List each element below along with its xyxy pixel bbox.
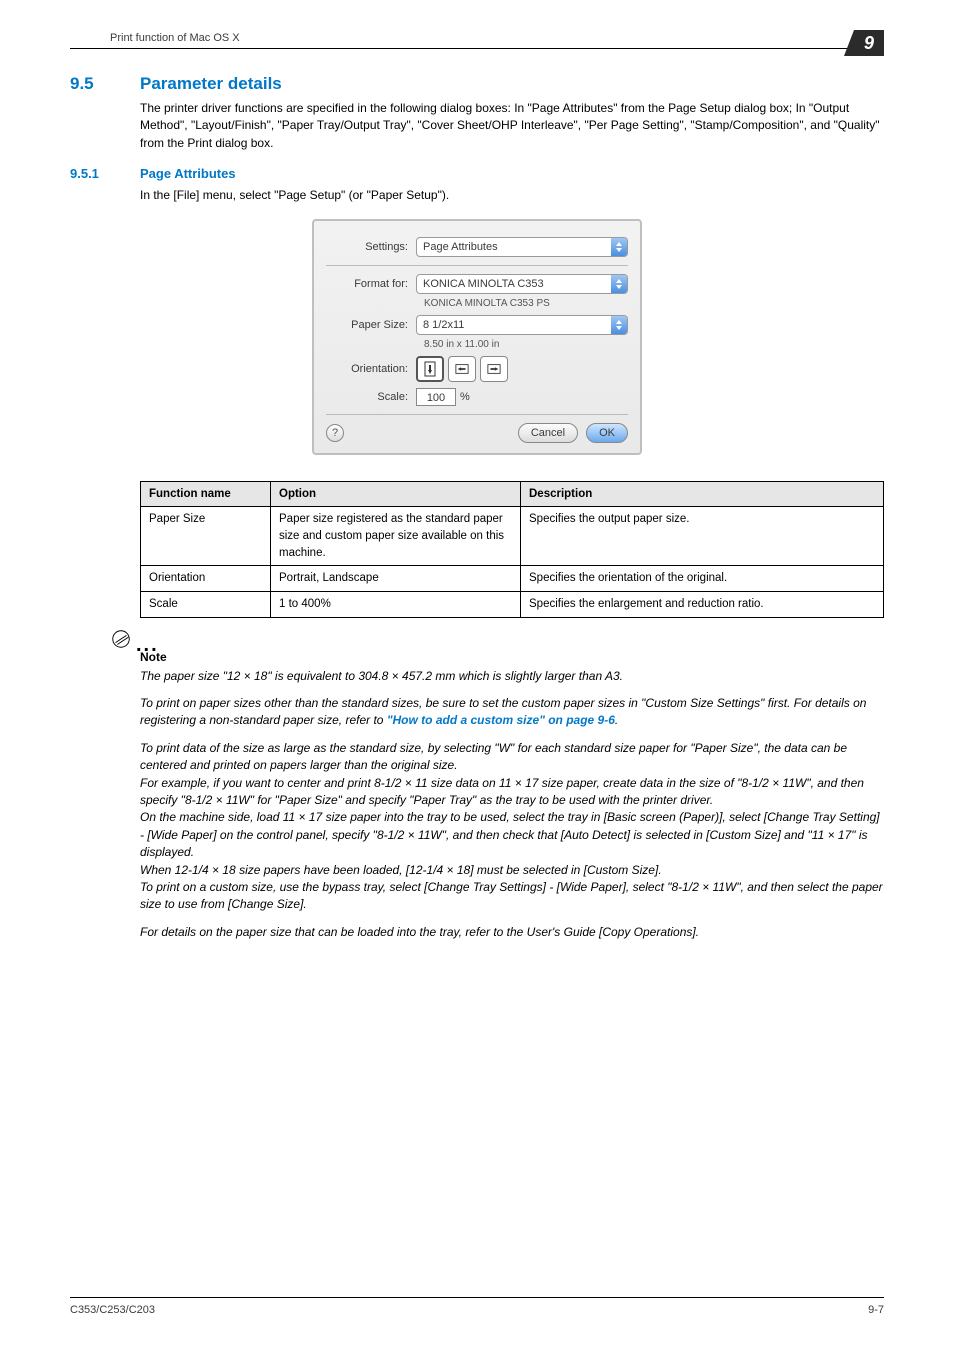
- header-bar: Print function of Mac OS X 9: [70, 30, 884, 56]
- settings-value: Page Attributes: [423, 241, 498, 253]
- scale-unit: %: [460, 391, 470, 403]
- parameters-table: Function name Option Description Paper S…: [140, 481, 884, 618]
- orientation-portrait-button[interactable]: [416, 356, 444, 382]
- format-for-select[interactable]: KONICA MINOLTA C353: [416, 274, 628, 294]
- cancel-button[interactable]: Cancel: [518, 423, 578, 443]
- paper-size-select[interactable]: 8 1/2x11: [416, 315, 628, 335]
- dialog-screenshot: Settings: Page Attributes Format for: KO…: [70, 219, 884, 455]
- cell: Scale: [141, 591, 271, 617]
- cell: Orientation: [141, 566, 271, 592]
- orientation-landscape-right-button[interactable]: [480, 356, 508, 382]
- table-row: Paper Size Paper size registered as the …: [141, 507, 884, 566]
- scale-input[interactable]: 100: [416, 388, 456, 406]
- section-heading: 9.5 Parameter details: [70, 74, 884, 94]
- cell: 1 to 400%: [271, 591, 521, 617]
- cell: Paper Size: [141, 507, 271, 566]
- note-paragraph-2: To print on paper sizes other than the s…: [140, 695, 884, 730]
- table-row: Scale 1 to 400% Specifies the enlargemen…: [141, 591, 884, 617]
- note-label: Note: [140, 650, 884, 664]
- cross-reference-link[interactable]: "How to add a custom size" on page 9-6: [387, 713, 615, 727]
- format-for-sub: KONICA MINOLTA C353 PS: [424, 298, 628, 309]
- settings-select[interactable]: Page Attributes: [416, 237, 628, 257]
- ok-button[interactable]: OK: [586, 423, 628, 443]
- orientation-label: Orientation:: [326, 363, 416, 375]
- paper-size-label: Paper Size:: [326, 319, 416, 331]
- help-button[interactable]: ?: [326, 424, 344, 442]
- page-footer: C353/C253/C203 9-7: [70, 1297, 884, 1316]
- chapter-tab: 9: [854, 30, 884, 56]
- subsection-heading: 9.5.1 Page Attributes: [70, 166, 884, 181]
- dropdown-icon: [611, 316, 627, 334]
- section-title: Parameter details: [140, 74, 282, 94]
- intro-paragraph: The printer driver functions are specifi…: [140, 100, 884, 152]
- orientation-landscape-left-button[interactable]: [448, 356, 476, 382]
- note-icon: ...: [110, 628, 884, 650]
- note-paragraph-4: For details on the paper size that can b…: [140, 924, 884, 941]
- paper-size-value: 8 1/2x11: [423, 319, 464, 331]
- table-row: Orientation Portrait, Landscape Specifie…: [141, 566, 884, 592]
- note-p2-tail: .: [615, 713, 618, 727]
- instruction-text: In the [File] menu, select "Page Setup" …: [140, 187, 884, 204]
- cell: Specifies the enlargement and reduction …: [521, 591, 884, 617]
- subsection-number: 9.5.1: [70, 166, 140, 181]
- note-dots-icon: ...: [136, 640, 159, 650]
- footer-model: C353/C253/C203: [70, 1304, 155, 1316]
- cell: Specifies the orientation of the origina…: [521, 566, 884, 592]
- header-rule: [70, 48, 884, 49]
- dropdown-icon: [611, 238, 627, 256]
- cell: Paper size registered as the standard pa…: [271, 507, 521, 566]
- breadcrumb: Print function of Mac OS X: [110, 32, 240, 44]
- note-paragraph-1: The paper size "12 × 18" is equivalent t…: [140, 668, 884, 685]
- cell: Portrait, Landscape: [271, 566, 521, 592]
- format-for-value: KONICA MINOLTA C353: [423, 278, 544, 290]
- scale-label: Scale:: [326, 391, 416, 403]
- section-number: 9.5: [70, 74, 140, 94]
- col-function-name: Function name: [141, 481, 271, 507]
- settings-label: Settings:: [326, 241, 416, 253]
- col-description: Description: [521, 481, 884, 507]
- note-paragraph-3: To print data of the size as large as th…: [140, 740, 884, 914]
- paper-size-sub: 8.50 in x 11.00 in: [424, 339, 628, 350]
- cell: Specifies the output paper size.: [521, 507, 884, 566]
- subsection-title: Page Attributes: [140, 166, 236, 181]
- col-option: Option: [271, 481, 521, 507]
- table-header-row: Function name Option Description: [141, 481, 884, 507]
- footer-page: 9-7: [868, 1304, 884, 1316]
- format-for-label: Format for:: [326, 278, 416, 290]
- dropdown-icon: [611, 275, 627, 293]
